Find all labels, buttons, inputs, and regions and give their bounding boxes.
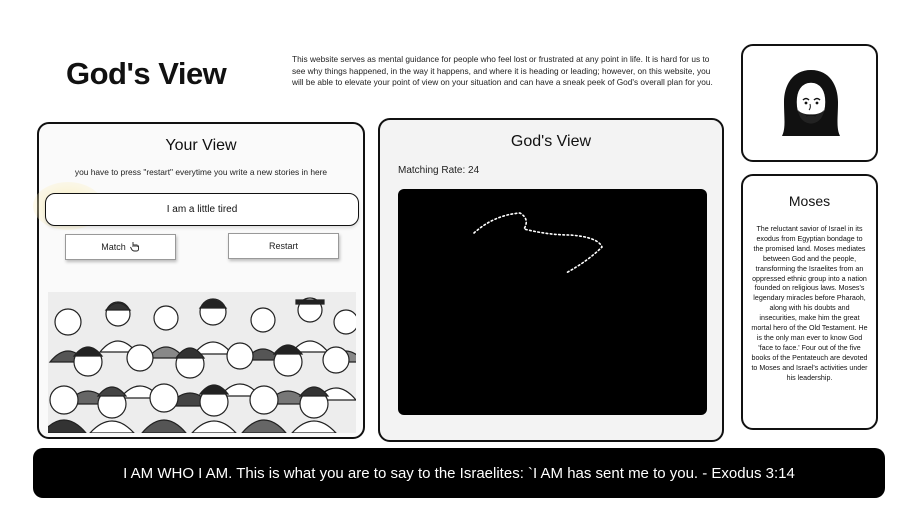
path-canvas [398,189,707,415]
hand-cursor-icon [129,241,140,254]
crowd-illustration [48,292,356,433]
gods-view-card: God's View Matching Rate: 24 [378,118,724,442]
journey-path [473,212,603,274]
your-view-title: Your View [165,137,237,154]
verse-text: I AM WHO I AM. This is what you are to s… [123,464,795,482]
your-view-card: Your View you have to press "restart" ev… [33,122,365,439]
intro-text: This website serves as mental guidance f… [292,54,713,87]
character-bio: The reluctant savior of Israel in its ex… [751,225,868,382]
match-label: Match [101,242,126,252]
match-button[interactable]: Match [65,234,176,260]
restart-hint: you have to press "restart" everytime yo… [74,167,328,177]
matching-rate: Matching Rate: 24 [398,165,480,176]
character-name: Moses [788,193,831,209]
bio-card: Moses The reluctant savior of Israel in … [741,174,878,430]
portrait-card [741,44,878,162]
gods-view-title: God's View [510,133,592,150]
story-input[interactable] [45,193,359,226]
hooded-bearded-man-icon [776,66,846,140]
app-title: God's View [66,56,227,91]
verse-bar: I AM WHO I AM. This is what you are to s… [33,448,885,498]
restart-button[interactable]: Restart [228,233,339,259]
